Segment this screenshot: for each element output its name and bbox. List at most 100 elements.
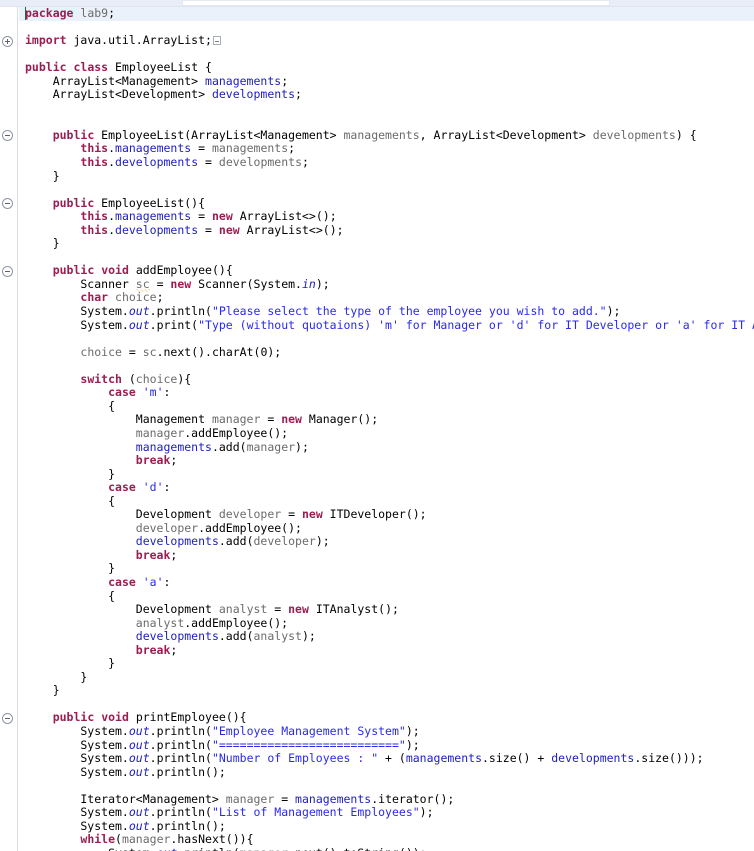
code-token-pln: .println( [149, 737, 212, 752]
code-line[interactable]: Iterator<Management> manager = managemen… [19, 791, 754, 807]
code-line[interactable]: char choice; [19, 291, 754, 305]
code-line[interactable]: } [19, 467, 754, 482]
fold-collapse-icon[interactable] [2, 130, 13, 142]
code-token-kw: public [52, 127, 95, 142]
code-line[interactable] [19, 359, 754, 373]
code-token-pln: } [25, 669, 88, 684]
code-token-pln [25, 385, 108, 399]
collapsed-region-icon[interactable] [212, 36, 221, 46]
code-line[interactable]: break; [19, 453, 754, 468]
code-token-id: choice [80, 344, 122, 359]
code-line[interactable]: } [19, 237, 754, 251]
code-line[interactable] [19, 48, 754, 62]
code-line[interactable]: System.out.println("Number of Employees … [19, 751, 754, 766]
code-line[interactable]: System.out.println("Employee Management … [19, 723, 754, 739]
horizontal-scrollbar-thumb[interactable] [182, 0, 610, 6]
code-line[interactable]: public void printEmployee(){ [19, 711, 754, 725]
code-token-kw: while [80, 832, 116, 847]
code-line[interactable]: manager.addEmployee(); [19, 426, 754, 441]
code-token-id: manager [211, 412, 261, 427]
code-line[interactable]: } [19, 562, 754, 576]
code-line[interactable]: while(manager.hasNext()){ [19, 833, 754, 847]
code-line[interactable]: System.out.println("List of Management E… [19, 805, 754, 820]
code-line[interactable]: analyst.addEmployee(); [19, 616, 754, 631]
fold-collapse-icon[interactable] [2, 198, 13, 210]
code-line[interactable]: this.managements = new ArrayList<>(); [19, 209, 754, 224]
code-token-pln: : [163, 385, 171, 400]
horizontal-scrollbar[interactable] [0, 0, 754, 7]
code-token-pln: System. [25, 304, 129, 319]
code-surface[interactable]: package lab9; import java.util.ArrayList… [19, 7, 754, 851]
code-line[interactable]: Scanner sc = new Scanner(System.in); [19, 276, 754, 292]
code-token-pln: Iterator<Management> [25, 791, 226, 806]
code-line[interactable]: switch (choice){ [19, 371, 754, 387]
code-line[interactable] [19, 102, 754, 116]
code-line[interactable]: System.out.println("Please select the ty… [19, 304, 754, 319]
code-line[interactable] [19, 21, 754, 35]
code-line[interactable]: ArrayList<Management> managements; [19, 74, 754, 89]
code-line[interactable]: } [19, 656, 754, 671]
code-line[interactable]: choice = sc.next().charAt(0); [19, 344, 754, 360]
code-token-pln [25, 196, 53, 210]
code-token-pln [25, 521, 136, 535]
code-line[interactable]: import java.util.ArrayList; [19, 33, 754, 48]
code-token-id: choice [135, 371, 178, 386]
code-line[interactable] [19, 115, 754, 129]
code-line[interactable]: case 'd': [19, 480, 754, 495]
code-line[interactable]: System.out.println("====================… [19, 737, 754, 753]
code-token-pln [25, 155, 80, 169]
code-line[interactable]: System.out.println(manager.next().toStri… [19, 846, 754, 851]
code-line[interactable] [19, 332, 754, 346]
code-line[interactable]: Development developer = new ITDeveloper(… [19, 507, 754, 522]
code-line[interactable]: case 'a': [19, 575, 754, 590]
code-line[interactable]: System.out.print("Type (without quotaion… [19, 318, 754, 333]
code-line[interactable]: break; [19, 643, 754, 658]
code-line[interactable]: } [19, 669, 754, 685]
code-token-str: "Employee Management System" [211, 723, 406, 738]
code-line[interactable]: } [19, 684, 754, 698]
code-token-pln [25, 534, 136, 548]
code-token-pln: .add( [218, 534, 254, 549]
code-line[interactable]: Development analyst = new ITAnalyst(); [19, 602, 754, 617]
code-line[interactable] [19, 779, 754, 793]
fold-expand-icon[interactable] [2, 35, 13, 47]
code-line[interactable]: break; [19, 548, 754, 563]
code-line[interactable]: { [19, 589, 754, 604]
code-line[interactable]: public void addEmployee(){ [19, 264, 754, 278]
code-line[interactable]: case 'm': [19, 386, 754, 400]
code-token-pln [136, 480, 143, 494]
folding-gutter[interactable] [0, 7, 18, 851]
code-line[interactable]: public EmployeeList(ArrayList<Management… [19, 127, 754, 143]
code-line[interactable]: this.developments = new ArrayList<>(); [19, 223, 754, 238]
code-line[interactable]: this.developments = developments; [19, 155, 754, 170]
code-token-pln: ; [302, 155, 309, 170]
code-line[interactable] [19, 698, 754, 712]
fold-collapse-icon[interactable] [2, 265, 13, 277]
code-token-pln: , ArrayList<Development> [419, 127, 593, 142]
code-token-fldi: out [157, 846, 178, 851]
code-token-pln: EmployeeList(ArrayList<Management> [94, 127, 344, 142]
code-line[interactable]: System.out.println(); [19, 765, 754, 780]
code-line[interactable]: { [19, 494, 754, 509]
code-line[interactable] [19, 251, 754, 265]
code-line[interactable]: developments.add(analyst); [19, 629, 754, 644]
code-line[interactable]: ArrayList<Development> developments; [19, 88, 754, 102]
code-editor[interactable]: package lab9; import java.util.ArrayList… [0, 7, 754, 851]
code-line[interactable] [19, 183, 754, 197]
fold-collapse-icon[interactable] [2, 713, 13, 725]
code-line[interactable]: managements.add(manager); [19, 440, 754, 455]
code-line[interactable]: System.out.println(); [19, 819, 754, 834]
code-token-pln: . [108, 209, 116, 224]
code-line[interactable]: developer.addEmployee(); [19, 521, 754, 536]
code-line[interactable]: Management manager = new Manager(); [19, 413, 754, 427]
code-token-id: developments [592, 127, 676, 142]
code-line[interactable]: package lab9; [19, 7, 754, 21]
code-token-pln: } [25, 656, 116, 671]
code-line[interactable]: developments.add(developer); [19, 535, 754, 549]
code-line[interactable]: { [19, 399, 754, 414]
code-line[interactable]: public class EmployeeList { [19, 60, 754, 75]
code-line[interactable]: public EmployeeList(){ [19, 196, 754, 211]
code-line[interactable]: } [19, 169, 754, 184]
code-line[interactable]: this.managements = managements; [19, 142, 754, 156]
code-token-pln: .println( [149, 805, 212, 820]
